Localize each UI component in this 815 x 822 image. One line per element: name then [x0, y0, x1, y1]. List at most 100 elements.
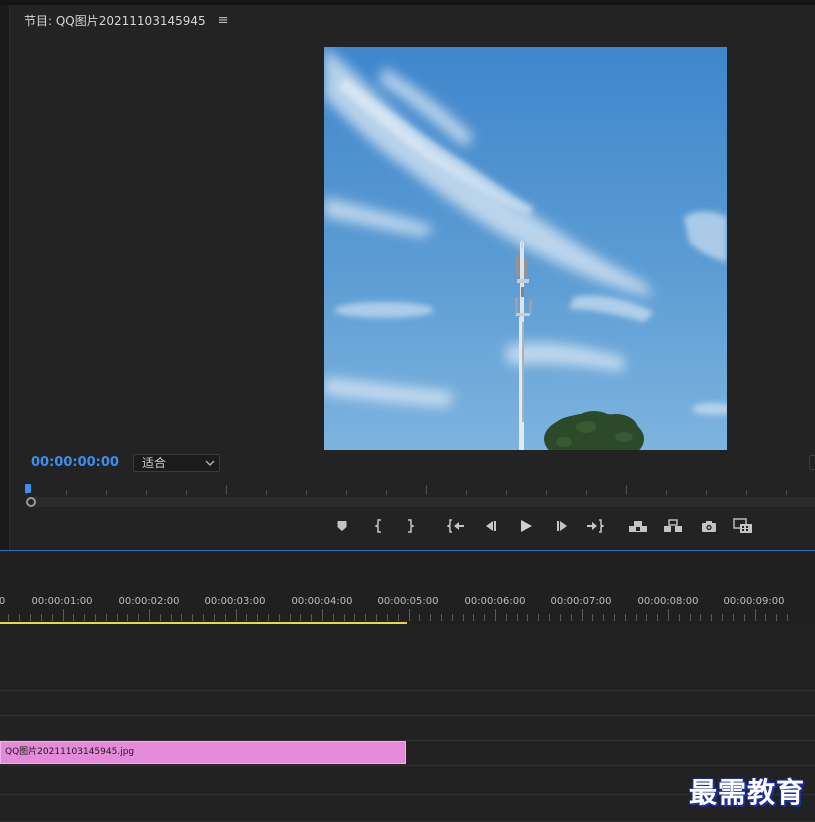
go-to-out-button[interactable] — [585, 516, 605, 536]
ruler-tick — [146, 490, 147, 495]
timeline-tick — [765, 614, 766, 621]
play-button[interactable] — [516, 516, 536, 536]
timeline-tick — [300, 614, 301, 621]
zoom-fit-select[interactable]: 适合 — [133, 454, 220, 472]
panel-header: 节目: QQ图片20211103145945 ≡ — [24, 11, 229, 29]
lift-icon — [629, 521, 647, 532]
video-track-3[interactable] — [0, 625, 815, 691]
scrub-start-handle[interactable] — [26, 497, 36, 507]
extract-button[interactable] — [663, 516, 683, 536]
preview-image — [324, 47, 727, 450]
timeline-tick — [419, 614, 420, 621]
go-to-in-button[interactable] — [446, 516, 466, 536]
timeline-tick — [560, 614, 561, 621]
timeline-tick — [473, 614, 474, 621]
ruler-tick — [66, 490, 67, 495]
timeline-tick — [430, 614, 431, 621]
ruler-label: 00:00:09:00 — [723, 596, 785, 607]
timeline-tick — [257, 614, 258, 621]
timeline-tick — [495, 609, 496, 621]
timeline-tick — [549, 614, 550, 621]
timeline-tick — [333, 614, 334, 621]
panel-title[interactable]: 节目: QQ图片20211103145945 — [24, 12, 206, 29]
hamburger-icon[interactable]: ≡ — [218, 13, 229, 28]
ruler-tick — [626, 485, 627, 495]
timeline-tick — [192, 614, 193, 621]
ruler-label: 00:00:06:00 — [464, 596, 526, 607]
timeline-tick — [225, 614, 226, 621]
add-marker-button[interactable] — [332, 516, 352, 536]
timeline-tick — [527, 614, 528, 621]
timeline-tick — [603, 614, 604, 621]
ruler-tick — [786, 490, 787, 495]
timeline-tick — [268, 614, 269, 621]
program-monitor-panel: 节目: QQ图片20211103145945 ≡ 00:00:00:00 适合 — [0, 0, 815, 550]
timeline-tick — [636, 614, 637, 621]
timeline-tick — [376, 614, 377, 621]
timeline-tick — [279, 614, 280, 621]
step-back-button[interactable] — [481, 516, 501, 536]
timeline-tick — [409, 609, 410, 621]
mark-out-button[interactable] — [400, 516, 420, 536]
timeline-tick — [63, 609, 64, 621]
video-preview[interactable] — [324, 47, 727, 450]
timeline-tick — [354, 614, 355, 621]
timeline-clip[interactable]: QQ图片20211103145945.jpg — [0, 741, 406, 764]
go-to-out-icon — [587, 519, 604, 533]
export-frame-button[interactable] — [699, 516, 719, 536]
timeline-tick — [203, 614, 204, 621]
timeline-tick — [582, 609, 583, 621]
timeline-tick — [646, 614, 647, 621]
timeline-tick — [41, 614, 42, 621]
timeline-tick — [290, 614, 291, 621]
resolution-select[interactable] — [809, 455, 815, 470]
timeline-tick — [117, 614, 118, 621]
timeline-tick — [19, 614, 20, 621]
timeline-tick — [463, 614, 464, 621]
comparison-view-button[interactable] — [733, 516, 753, 536]
ruler-tick — [106, 490, 107, 495]
monitor-time-ruler[interactable] — [24, 483, 815, 497]
timeline-tick — [668, 609, 669, 621]
ruler-tick — [266, 490, 267, 495]
timeline-tick — [236, 609, 237, 621]
timeline-tick — [690, 614, 691, 621]
timeline-tick — [127, 614, 128, 621]
timeline-tick — [344, 614, 345, 621]
play-icon — [521, 520, 532, 532]
chevron-down-icon — [205, 455, 215, 477]
monitor-scrub-bar[interactable] — [30, 497, 815, 507]
ruler-label: 0 — [0, 596, 6, 607]
mark-in-button[interactable] — [369, 516, 389, 536]
timeline-tick — [733, 614, 734, 621]
panel-left-edge — [0, 5, 10, 550]
timeline-tick — [387, 614, 388, 621]
marker-icon — [337, 521, 347, 531]
ruler-tick — [586, 490, 587, 495]
step-forward-button[interactable] — [552, 516, 572, 536]
comparison-view-icon — [733, 518, 752, 533]
timeline-tick — [571, 614, 572, 621]
timeline-ruler[interactable]: 0 00:00:01:00 00:00:02:00 00:00:03:00 00… — [0, 551, 815, 625]
ruler-tick — [426, 485, 427, 495]
go-to-in-icon — [447, 519, 464, 533]
timeline-tick — [744, 614, 745, 621]
ruler-tick — [746, 490, 747, 495]
ruler-tick — [506, 490, 507, 495]
ruler-label: 00:00:07:00 — [550, 596, 612, 607]
playhead-handle[interactable] — [25, 484, 31, 493]
playhead-timecode[interactable]: 00:00:00:00 — [31, 455, 119, 470]
work-area-bar[interactable] — [0, 622, 407, 624]
video-track-2[interactable] — [0, 691, 815, 716]
lift-button[interactable] — [628, 516, 648, 536]
timeline-tick — [246, 614, 247, 621]
video-track-1[interactable] — [0, 716, 815, 741]
mark-out-icon — [408, 519, 415, 533]
ruler-tick — [186, 490, 187, 495]
timeline-tick — [322, 609, 323, 621]
timeline-tick — [452, 614, 453, 621]
watermark-logo: 最需教育 — [689, 776, 806, 809]
timeline-tick — [787, 614, 788, 621]
ruler-tick — [226, 485, 227, 495]
timeline-tick — [160, 614, 161, 621]
